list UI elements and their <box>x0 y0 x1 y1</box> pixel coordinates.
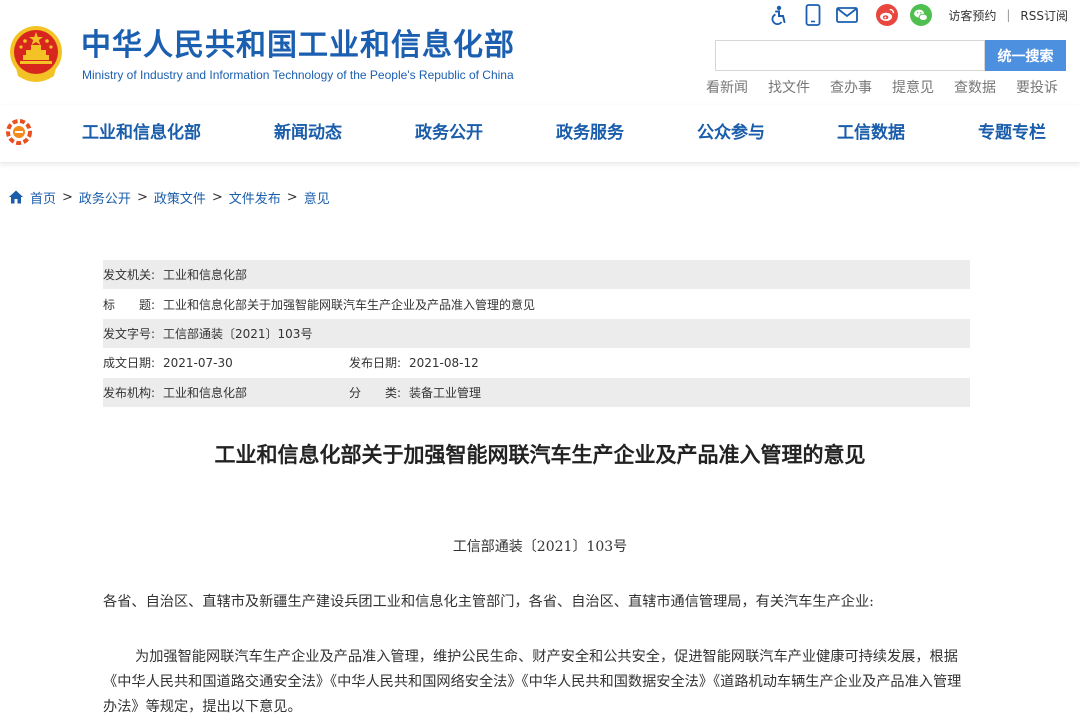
quick-link-data[interactable]: 查数据 <box>954 77 996 97</box>
article-paragraph: 为加强智能网联汽车生产企业及产品准入管理，维护公民生命、财产安全和公共安全，促进… <box>103 649 962 715</box>
wechat-icon[interactable] <box>910 4 933 26</box>
nav-item-public-participation[interactable]: 公众参与 <box>697 105 765 161</box>
publish-date-value: 2021-08-12 <box>409 355 479 370</box>
issuer-value: 工业和信息化部 <box>163 268 248 283</box>
written-date-value: 2021-07-30 <box>163 355 233 370</box>
mail-icon[interactable] <box>836 4 859 26</box>
quick-link-news[interactable]: 看新闻 <box>706 77 748 97</box>
breadcrumb-separator: > <box>211 189 223 205</box>
meta-row-dates: 成文日期: 2021-07-30 发布日期: 2021-08-12 <box>103 348 970 377</box>
document-meta-table: 发文机关: 工业和信息化部 标 题: 工业和信息化部关于加强智能网联汽车生产企业… <box>103 260 970 407</box>
breadcrumb-separator: > <box>136 189 148 205</box>
search-button[interactable]: 统一搜索 <box>985 40 1066 71</box>
ministry-logo-icon[interactable] <box>5 118 33 146</box>
category-value: 装备工业管理 <box>409 385 482 400</box>
main-nav: 工业和信息化部 新闻动态 政务公开 政务服务 公众参与 工信数据 专题专栏 <box>0 105 1080 163</box>
article-addressee: 各省、自治区、直辖市及新疆生产建设兵团工业和信息化主管部门，各省、自治区、直辖市… <box>103 594 874 610</box>
quick-link-files[interactable]: 找文件 <box>768 77 810 97</box>
quick-links: 看新闻 找文件 查办事 提意见 查数据 要投诉 <box>686 77 1058 97</box>
breadcrumb-opinions[interactable]: 意见 <box>304 188 330 207</box>
nav-item-special-topics[interactable]: 专题专栏 <box>978 105 1046 161</box>
doc-number-value: 工信部通装〔2021〕103号 <box>163 326 313 341</box>
national-emblem-logo[interactable] <box>6 24 66 86</box>
quick-link-services[interactable]: 查办事 <box>830 77 872 97</box>
written-date-label: 成文日期: <box>103 356 156 371</box>
breadcrumb-doc-release[interactable]: 文件发布 <box>229 188 281 207</box>
nav-item-news[interactable]: 新闻动态 <box>274 105 342 161</box>
nav-item-gov-services[interactable]: 政务服务 <box>556 105 624 161</box>
meta-row-doc-number: 发文字号: 工信部通装〔2021〕103号 <box>103 318 970 349</box>
visitor-booking-link[interactable]: 访客预约 <box>948 7 996 24</box>
weibo-icon[interactable] <box>876 4 899 26</box>
breadcrumb-gov-affairs[interactable]: 政务公开 <box>79 188 131 207</box>
nav-item-gov-affairs[interactable]: 政务公开 <box>415 105 483 161</box>
title-value: 工业和信息化部关于加强智能网联汽车生产企业及产品准入管理的意见 <box>163 297 536 312</box>
meta-row-title: 标 题: 工业和信息化部关于加强智能网联汽车生产企业及产品准入管理的意见 <box>103 289 970 318</box>
category-label: 分 类: <box>349 385 402 400</box>
publish-date-label: 发布日期: <box>349 356 402 371</box>
publisher-value: 工业和信息化部 <box>163 385 248 400</box>
title-label: 标 题: <box>103 297 156 312</box>
breadcrumb-policy-docs[interactable]: 政策文件 <box>154 188 206 207</box>
top-toolbar: 访客预约 | RSS订阅 <box>756 2 1068 28</box>
breadcrumb-separator: > <box>62 189 73 205</box>
rss-link[interactable]: RSS订阅 <box>1020 7 1068 24</box>
breadcrumb-separator: > <box>286 189 298 205</box>
mobile-icon[interactable] <box>802 4 824 26</box>
top-link-separator: | <box>1006 8 1011 22</box>
breadcrumb: 首页 > 政务公开 > 政策文件 > 文件发布 > 意见 <box>8 186 330 208</box>
meta-row-publisher: 发布机构: 工业和信息化部 分 类: 装备工业管理 <box>103 377 970 407</box>
accessibility-icon[interactable] <box>768 4 790 26</box>
nav-item-ministry[interactable]: 工业和信息化部 <box>82 105 201 161</box>
issuer-label: 发文机关: <box>103 268 156 283</box>
nav-item-data[interactable]: 工信数据 <box>837 105 905 161</box>
breadcrumb-home[interactable]: 首页 <box>30 188 56 207</box>
article-title: 工业和信息化部关于加强智能网联汽车生产企业及产品准入管理的意见 <box>214 443 866 467</box>
meta-row-issuer: 发文机关: 工业和信息化部 <box>103 260 970 290</box>
publisher-label: 发布机构: <box>103 385 156 400</box>
quick-link-complaint[interactable]: 要投诉 <box>1016 77 1058 97</box>
site-title[interactable]: 中华人民共和国工业和信息化部 <box>81 28 515 64</box>
quick-link-feedback[interactable]: 提意见 <box>892 77 934 97</box>
search-input[interactable] <box>715 40 985 71</box>
site-header: 中华人民共和国工业和信息化部 Ministry of Industry and … <box>0 0 1080 105</box>
article-doc-number: 工信部通装〔2021〕103号 <box>452 539 628 555</box>
home-icon[interactable] <box>8 189 24 205</box>
doc-number-label: 发文字号: <box>103 326 156 341</box>
site-subtitle: Ministry of Industry and Information Tec… <box>82 68 514 82</box>
